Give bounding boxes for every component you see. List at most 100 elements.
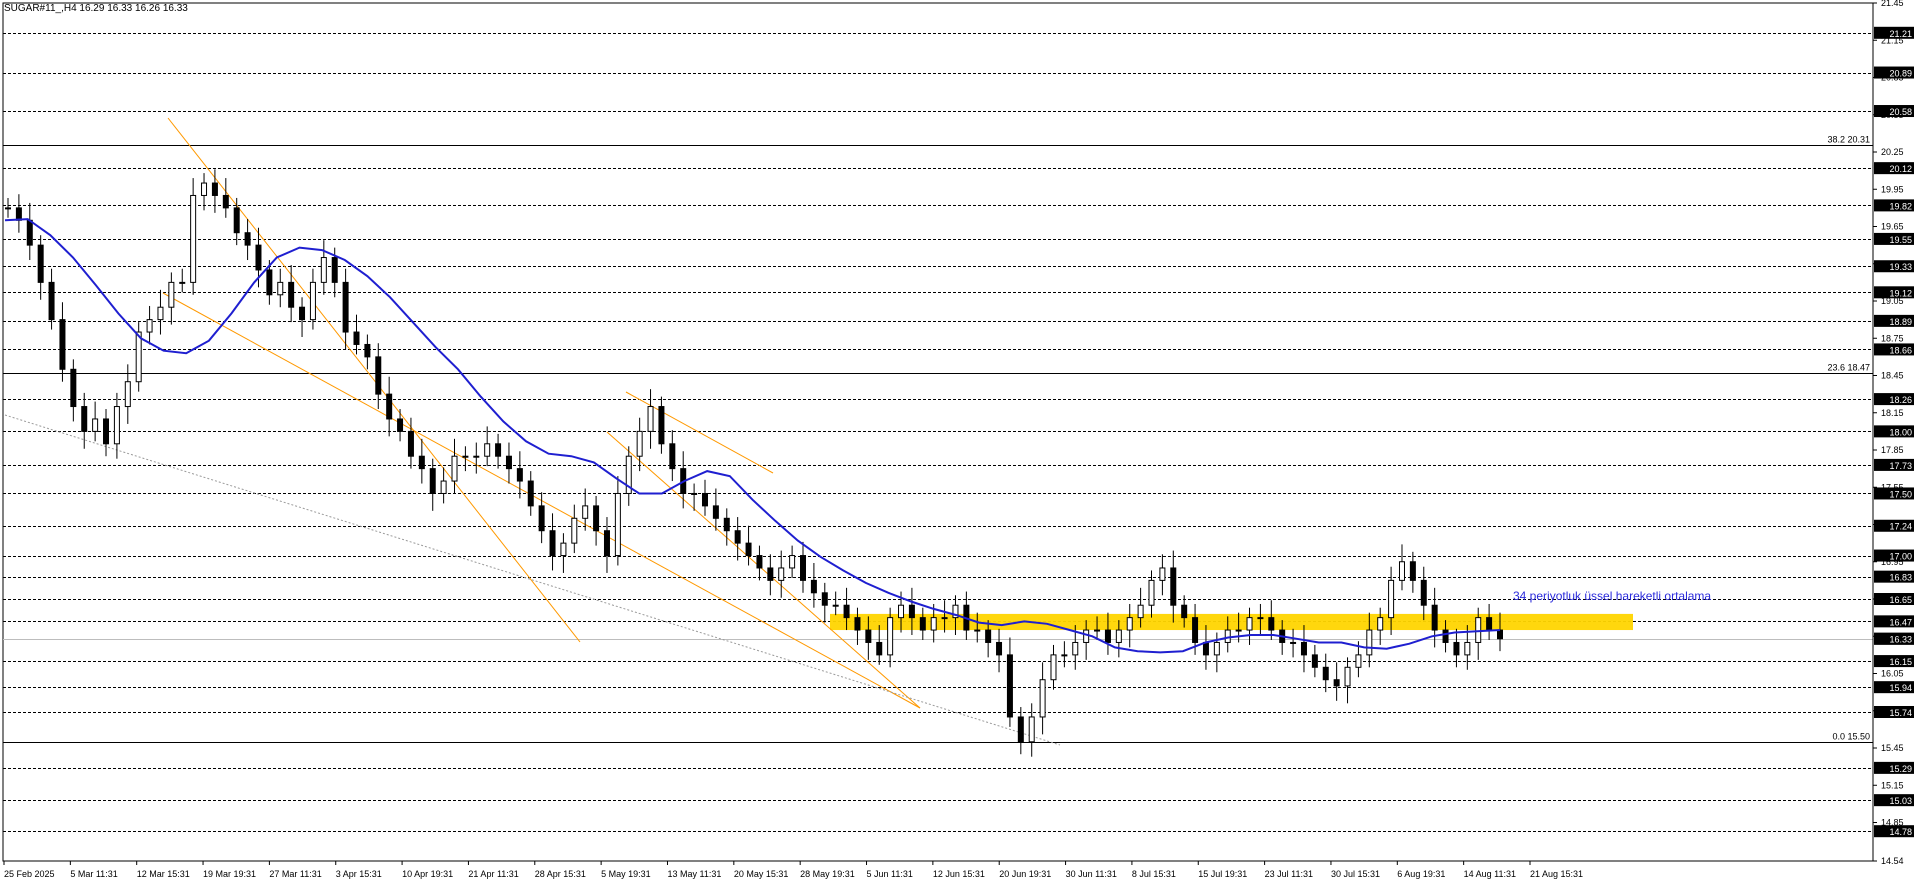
price-tag-label: 15.94 xyxy=(1889,683,1912,693)
candle-body xyxy=(876,641,883,656)
x-tick-label: 30 Jun 11:31 xyxy=(1066,869,1117,879)
price-tag-label: 17.00 xyxy=(1889,552,1912,562)
candle-body xyxy=(1388,579,1395,619)
candle-body xyxy=(636,430,643,457)
y-tick-label: 19.95 xyxy=(1881,184,1904,194)
x-tick-label: 25 Feb 2025 xyxy=(4,869,55,879)
fib-label: 23.6 18.47 xyxy=(1827,363,1870,373)
candle-body xyxy=(1104,629,1111,643)
candle-body xyxy=(1464,641,1471,656)
candle-body xyxy=(756,555,763,569)
candle-body xyxy=(59,319,66,370)
price-tag-label: 18.89 xyxy=(1889,317,1912,327)
candle-body xyxy=(1017,716,1024,743)
candle-body xyxy=(81,406,88,432)
candle-body xyxy=(1344,666,1351,687)
price-tag-label: 16.15 xyxy=(1889,657,1912,667)
candle-body xyxy=(723,517,730,532)
x-tick-label: 21 Apr 11:31 xyxy=(468,869,518,879)
candle-body xyxy=(1115,629,1122,643)
candle-body xyxy=(1322,666,1329,681)
candle-body xyxy=(1039,679,1046,718)
candle-body xyxy=(1442,629,1449,643)
x-tick-label: 6 Aug 19:31 xyxy=(1397,869,1445,879)
candle-body xyxy=(527,480,534,507)
x-tick-label: 12 Jun 15:31 xyxy=(933,869,985,879)
candle-body xyxy=(854,617,861,631)
x-tick-label: 14 Aug 11:31 xyxy=(1464,869,1516,879)
candle-body xyxy=(1486,617,1493,631)
candle-body xyxy=(745,542,752,557)
x-tick-label: 20 May 15:31 xyxy=(734,869,789,879)
candle-body xyxy=(1050,654,1057,681)
price-chart[interactable]: 38.2 20.3123.6 18.470.0 15.50 21.4521.15… xyxy=(0,0,1916,888)
candle-body xyxy=(603,530,610,557)
candle-body xyxy=(26,219,33,246)
y-tick-label: 14.54 xyxy=(1881,856,1904,866)
price-tag-label: 16.33 xyxy=(1889,635,1912,645)
candle-body xyxy=(1257,617,1264,620)
candle-body xyxy=(734,530,741,544)
candle-body xyxy=(810,579,817,594)
candle-body xyxy=(1290,641,1297,644)
candle-body xyxy=(887,617,894,656)
candle-body xyxy=(1235,629,1242,632)
candle-body xyxy=(473,455,480,458)
x-tick-label: 15 Jul 19:31 xyxy=(1198,869,1247,879)
candle-body xyxy=(593,505,600,532)
candle-body xyxy=(1246,617,1253,631)
candle-body xyxy=(996,641,1003,656)
candle-body xyxy=(538,505,545,532)
candle-body xyxy=(843,604,850,619)
candle-body xyxy=(440,480,447,494)
time-axis: 25 Feb 2025 5 Mar 11:31 12 Mar 15:31 19 Mar… xyxy=(3,860,1873,879)
y-tick-label: 18.75 xyxy=(1881,333,1904,343)
candle-body xyxy=(1355,654,1362,668)
candle-body xyxy=(647,406,654,432)
candle-body xyxy=(1300,641,1307,656)
candle-body xyxy=(974,629,981,632)
candle-body xyxy=(397,418,404,432)
candle-body xyxy=(255,244,262,271)
candle-body xyxy=(288,281,295,308)
candle-body xyxy=(1398,561,1405,581)
candle-body xyxy=(1268,617,1275,631)
y-tick-label: 18.45 xyxy=(1881,371,1904,381)
candle-body xyxy=(1028,716,1035,743)
candle-body xyxy=(331,257,338,283)
candle-body xyxy=(1311,654,1318,668)
price-tag-label: 18.00 xyxy=(1889,427,1912,437)
fib-label: 0.0 15.50 xyxy=(1832,732,1870,742)
candle-body xyxy=(1475,617,1482,643)
candle-body xyxy=(865,629,872,643)
candle-body xyxy=(1170,567,1177,606)
y-tick-label: 16.05 xyxy=(1881,669,1904,679)
candle-body xyxy=(571,517,578,544)
candle-body xyxy=(549,530,556,557)
candle-body xyxy=(70,368,77,408)
candle-body xyxy=(832,604,839,607)
x-tick-label: 27 Mar 11:31 xyxy=(269,869,321,879)
x-tick-label: 28 May 19:31 xyxy=(800,869,855,879)
support-zone-rect xyxy=(830,613,1633,631)
price-tag-label: 19.82 xyxy=(1889,201,1912,211)
candle-body xyxy=(789,555,796,569)
price-tag-label: 18.66 xyxy=(1889,345,1912,355)
candle-body xyxy=(1192,617,1199,643)
candle-body xyxy=(1006,654,1013,718)
x-tick-label: 5 Mar 11:31 xyxy=(70,869,117,879)
y-tick-label: 15.45 xyxy=(1881,743,1904,753)
candle-body xyxy=(919,617,926,631)
price-tag-label: 19.12 xyxy=(1889,288,1912,298)
candle-body xyxy=(1377,617,1384,631)
candle-body xyxy=(429,468,436,494)
y-tick-label: 15.15 xyxy=(1881,780,1904,790)
candle-body xyxy=(407,430,414,457)
candle-body xyxy=(1497,629,1503,640)
candle-body xyxy=(233,207,240,234)
x-tick-label: 3 Apr 15:31 xyxy=(336,869,382,879)
candle-body xyxy=(582,505,589,519)
candle-body xyxy=(495,443,502,457)
candle-body xyxy=(1083,629,1090,643)
candle-body xyxy=(505,455,512,470)
